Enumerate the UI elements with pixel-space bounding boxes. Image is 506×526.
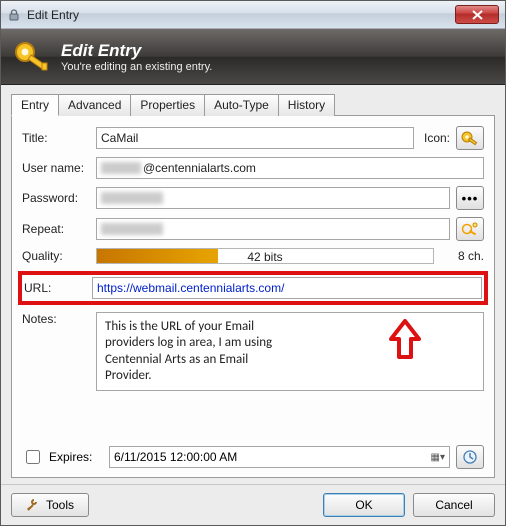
- tools-button[interactable]: Tools: [11, 493, 89, 517]
- generate-password-button[interactable]: [456, 217, 484, 241]
- quality-bits: 42 bits: [97, 249, 433, 265]
- repeat-input[interactable]: [96, 218, 450, 240]
- repeat-label: Repeat:: [22, 222, 90, 236]
- tools-label: Tools: [46, 498, 74, 512]
- password-input[interactable]: [96, 187, 450, 209]
- title-input[interactable]: [96, 127, 414, 149]
- tab-properties[interactable]: Properties: [130, 94, 205, 116]
- tab-history[interactable]: History: [278, 94, 335, 116]
- password-label: Password:: [22, 191, 90, 205]
- username-label: User name:: [22, 161, 90, 175]
- edit-entry-window: Edit Entry Edit Entry You're editing an …: [0, 0, 506, 526]
- tab-bar: Entry Advanced Properties Auto-Type Hist…: [11, 93, 495, 115]
- expires-preset-button[interactable]: [456, 445, 484, 469]
- notes-label: Notes:: [22, 312, 90, 326]
- close-button[interactable]: [455, 5, 499, 24]
- username-suffix: @centennialarts.com: [143, 161, 256, 175]
- url-label: URL:: [24, 281, 86, 295]
- entry-panel: Title: Icon: User name: @centennialarts.…: [11, 115, 495, 478]
- expires-input[interactable]: 6/11/2015 12:00:00 AM ▦▾: [109, 446, 450, 468]
- window-title: Edit Entry: [27, 8, 455, 22]
- reveal-password-button[interactable]: •••: [456, 186, 484, 210]
- notes-input[interactable]: This is the URL of your Email providers …: [96, 312, 484, 391]
- header-title: Edit Entry: [61, 41, 212, 61]
- tab-advanced[interactable]: Advanced: [58, 94, 131, 116]
- username-input[interactable]: @centennialarts.com: [96, 157, 484, 179]
- quality-label: Quality:: [22, 249, 90, 263]
- cancel-button[interactable]: Cancel: [413, 493, 495, 517]
- ok-button[interactable]: OK: [323, 493, 405, 517]
- icon-picker-button[interactable]: [456, 126, 484, 150]
- expires-checkbox[interactable]: [26, 450, 40, 464]
- footer: Tools OK Cancel: [1, 484, 505, 525]
- title-label: Title:: [22, 131, 90, 145]
- tools-icon: [26, 498, 40, 512]
- url-input[interactable]: [92, 277, 482, 299]
- header-subtitle: You're editing an existing entry.: [61, 61, 212, 73]
- lock-icon: [7, 8, 21, 22]
- calendar-dropdown-icon[interactable]: ▦▾: [431, 452, 445, 463]
- up-arrow-icon: [387, 319, 423, 365]
- tab-autotype[interactable]: Auto-Type: [204, 94, 279, 116]
- header: Edit Entry You're editing an existing en…: [1, 29, 505, 85]
- url-highlight-annotation: URL:: [18, 271, 488, 305]
- quality-chars: 8 ch.: [440, 249, 484, 263]
- tab-entry[interactable]: Entry: [11, 94, 59, 116]
- key-icon: [11, 36, 53, 78]
- expires-value: 6/11/2015 12:00:00 AM: [114, 450, 237, 464]
- annotation-text: This is the URL of your Email providers …: [105, 319, 295, 384]
- expires-label: Expires:: [49, 450, 103, 464]
- titlebar[interactable]: Edit Entry: [1, 1, 505, 29]
- quality-meter: 42 bits: [96, 248, 434, 264]
- icon-label: Icon:: [424, 131, 450, 145]
